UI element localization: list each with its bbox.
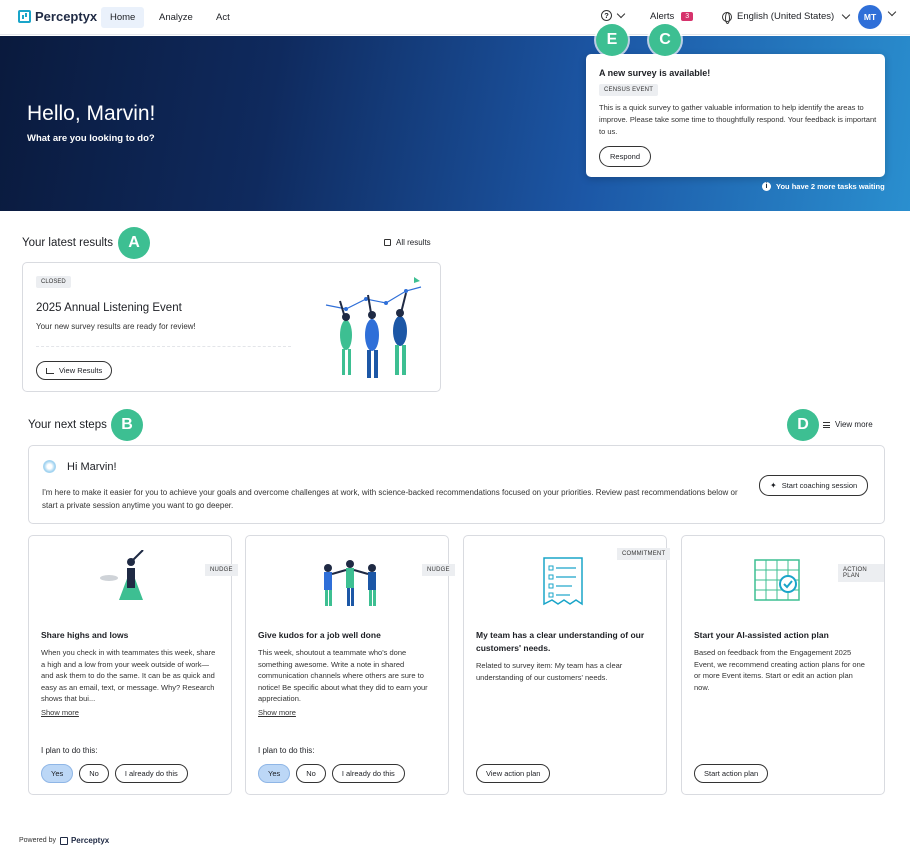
nudge-badge: NUDGE	[422, 564, 455, 576]
no-button[interactable]: No	[296, 764, 326, 783]
start-action-plan-button[interactable]: Start action plan	[694, 764, 769, 783]
all-results-link[interactable]: All results	[384, 238, 431, 247]
latest-results-heading: Your latest results	[22, 237, 113, 249]
action-plan-badge: ACTION PLAN	[838, 564, 884, 582]
show-more-link[interactable]: Show more	[258, 708, 296, 717]
step-card-description: This week, shoutout a teammate who's don…	[258, 648, 428, 703]
census-event-badge: CENSUS EVENT	[599, 84, 659, 96]
marker-e: E	[596, 24, 628, 56]
no-button[interactable]: No	[79, 764, 109, 783]
next-step-card-action-plan: ACTION PLAN Start your AI-assisted actio…	[681, 535, 885, 795]
view-results-button[interactable]: View Results	[36, 361, 113, 380]
list-icon	[823, 421, 830, 428]
latest-results-card: CLOSED 2025 Annual Listening Event Your …	[22, 262, 441, 392]
survey-description: This is a quick survey to gather valuabl…	[599, 103, 877, 136]
footer-logo: Perceptyx	[59, 836, 110, 845]
person-cape-illustration	[100, 550, 144, 600]
survey-title: A new survey is available!	[599, 68, 711, 78]
step-card-title: Share highs and lows	[41, 630, 129, 640]
view-more-link[interactable]: View more	[823, 420, 873, 429]
next-steps-heading: Your next steps	[28, 419, 107, 431]
all-results-label: All results	[396, 238, 431, 247]
marker-d: D	[787, 409, 819, 441]
hero-banner: Hello, Marvin! What are you looking to d…	[0, 36, 910, 211]
next-step-card-share-highs: NUDGE Share highs and lows When you chec…	[28, 535, 238, 795]
logo-icon	[59, 836, 68, 845]
step-card-title: Start your AI-assisted action plan	[694, 630, 829, 640]
next-step-card-give-kudos: NUDGE Give kudos for a job well done Thi…	[245, 535, 455, 795]
language-label: English (United States)	[737, 11, 835, 22]
nudge-badge: NUDGE	[205, 564, 238, 576]
plan-label: I plan to do this:	[258, 746, 315, 755]
step-card-title: My team has a clear understanding of our…	[476, 630, 645, 653]
start-coaching-session-button[interactable]: ✦ Start coaching session	[759, 475, 869, 496]
view-action-plan-button[interactable]: View action plan	[476, 764, 551, 783]
alerts-button[interactable]: Alerts 3	[650, 11, 694, 22]
checklist-icon	[543, 557, 583, 606]
team-celebration-illustration	[325, 277, 422, 378]
next-step-card-commitment: COMMITMENT My team has a clear understan…	[463, 535, 671, 795]
help-icon: ?	[601, 10, 612, 21]
yes-button[interactable]: Yes	[41, 764, 74, 783]
already-do-this-button[interactable]: I already do this	[331, 764, 405, 783]
plan-label: I plan to do this:	[41, 746, 98, 755]
results-card-title: 2025 Annual Listening Event	[36, 302, 182, 314]
logo-text: Perceptyx	[35, 9, 98, 24]
new-survey-card: A new survey is available! CENSUS EVENT …	[586, 54, 885, 177]
view-more-label: View more	[835, 420, 873, 429]
yes-button[interactable]: Yes	[258, 764, 291, 783]
tab-act[interactable]: Act	[207, 7, 239, 28]
step-card-description: When you check in with teammates this we…	[41, 648, 216, 703]
user-avatar[interactable]: MT	[858, 5, 882, 29]
perceptyx-logo[interactable]: Perceptyx	[18, 9, 97, 24]
marker-a: A	[118, 227, 150, 259]
chart-icon	[46, 367, 54, 374]
commitment-badge: COMMITMENT	[617, 548, 671, 560]
divider	[36, 346, 291, 347]
coach-greeting: Hi Marvin!	[67, 461, 117, 473]
respond-button[interactable]: Respond	[599, 146, 652, 167]
results-icon	[384, 239, 391, 246]
avatar-chevron-down-icon[interactable]	[887, 7, 897, 17]
alerts-label: Alerts	[650, 11, 675, 22]
top-nav: Perceptyx Home Analyze Act ? Alerts 3 En…	[0, 0, 910, 35]
chevron-down-icon	[616, 9, 626, 19]
plan-choices: Yes No I already do this	[258, 764, 405, 783]
marker-b: B	[111, 409, 143, 441]
sparkle-icon: ✦	[770, 481, 777, 490]
footer: Powered by Perceptyx	[19, 836, 109, 845]
start-coaching-label: Start coaching session	[781, 481, 858, 490]
logo-icon	[18, 10, 31, 23]
globe-icon	[722, 11, 732, 24]
tasks-waiting-label: You have 2 more tasks waiting	[776, 182, 885, 191]
hero-subtitle: What are you looking to do?	[27, 133, 155, 144]
ai-coach-icon	[43, 460, 56, 473]
step-card-title: Give kudos for a job well done	[258, 630, 381, 640]
tab-analyze[interactable]: Analyze	[150, 7, 202, 28]
tab-home[interactable]: Home	[101, 7, 145, 28]
plan-choices: Yes No I already do this	[41, 764, 188, 783]
closed-badge: CLOSED	[36, 276, 71, 288]
view-results-label: View Results	[59, 366, 103, 375]
powered-by-label: Powered by	[19, 837, 56, 844]
help-menu[interactable]: ?	[601, 9, 626, 21]
results-card-subtitle: Your new survey results are ready for re…	[36, 322, 196, 331]
marker-c: C	[649, 24, 681, 56]
chevron-down-icon	[841, 10, 851, 20]
step-card-description: Based on feedback from the Engagement 20…	[694, 648, 865, 692]
hero-greeting: Hello, Marvin!	[27, 102, 156, 125]
show-more-link[interactable]: Show more	[41, 708, 79, 717]
footer-logo-text: Perceptyx	[70, 836, 110, 845]
coach-description: I'm here to make it easier for you to ac…	[42, 488, 738, 510]
coach-card: Hi Marvin! I'm here to make it easier fo…	[28, 445, 885, 524]
already-do-this-button[interactable]: I already do this	[114, 764, 188, 783]
step-card-description: Related to survey item: My team has a cl…	[476, 661, 623, 682]
calendar-check-icon	[754, 559, 800, 601]
language-selector[interactable]: English (United States)	[722, 10, 851, 24]
alerts-count-badge: 3	[681, 12, 694, 21]
group-cheer-illustration	[324, 560, 376, 606]
tasks-waiting-link[interactable]: i You have 2 more tasks waiting	[762, 182, 885, 191]
info-icon: i	[762, 182, 771, 191]
